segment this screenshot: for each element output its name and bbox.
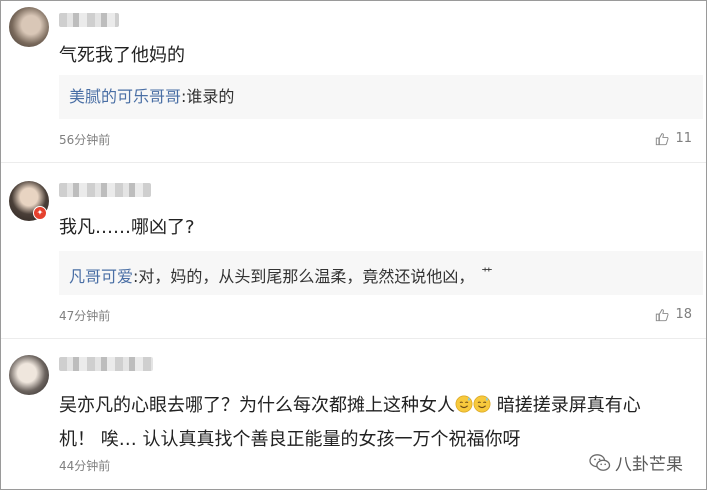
comment-text: 气死我了他妈的 — [59, 45, 185, 66]
watermark-label: 八卦芒果 — [615, 455, 683, 475]
reply-box[interactable]: 美腻的可乐哥哥:谁录的 — [59, 75, 703, 119]
username-redacted[interactable] — [59, 13, 119, 27]
timestamp: 56分钟前 — [59, 133, 111, 147]
comment-list: 气死我了他妈的 美腻的可乐哥哥:谁录的 56分钟前 11 ✦ 我凡……哪凶了? … — [0, 0, 707, 490]
sweat-smile-icon — [473, 395, 491, 413]
comment-text-line1: 吴亦凡的心眼去哪了？为什么每次都摊上这种女人 — [59, 395, 455, 416]
like-count: 18 — [675, 307, 692, 322]
comment-item: 气死我了他妈的 美腻的可乐哥哥:谁录的 56分钟前 11 — [1, 1, 706, 163]
comment-text-line2: 机！ 唉… 认认真真找个善良正能量的女孩一万个祝福你呀 — [59, 429, 521, 450]
wechat-icon — [589, 453, 611, 471]
username-redacted[interactable] — [59, 357, 153, 371]
like-count: 11 — [675, 131, 692, 146]
thumbs-up-icon — [656, 308, 669, 321]
thumbs-up-icon — [656, 132, 669, 145]
comment-text: 吴亦凡的心眼去哪了？为什么每次都摊上这种女人 暗搓搓录屏真有心 机！ 唉… 认认… — [59, 389, 698, 457]
reply-text: :谁录的 — [181, 87, 235, 106]
comment-text-line1-after: 暗搓搓录屏真有心 — [496, 395, 641, 416]
reply-username[interactable]: 凡哥可爱 — [69, 267, 133, 286]
timestamp: 47分钟前 — [59, 309, 111, 323]
comment-item: ✦ 我凡……哪凶了? 凡哥可爱:对，妈的，从头到尾那么温柔，竟然还说他凶， 艹 … — [1, 163, 706, 339]
reply-trailing-glyph: 艹 — [481, 266, 493, 279]
timestamp: 44分钟前 — [59, 459, 111, 473]
reply-text: :对，妈的，从头到尾那么温柔，竟然还说他凶， — [133, 267, 475, 286]
avatar[interactable] — [9, 355, 49, 395]
reply-username[interactable]: 美腻的可乐哥哥 — [69, 87, 181, 106]
like-button[interactable]: 18 — [655, 307, 692, 322]
like-button[interactable]: 11 — [655, 131, 692, 146]
watermark: 八卦芒果 — [589, 450, 683, 475]
username-redacted[interactable] — [59, 183, 151, 197]
sweat-smile-icon — [455, 395, 473, 413]
avatar[interactable] — [9, 7, 49, 47]
verified-badge-icon: ✦ — [33, 206, 47, 220]
comment-text: 我凡……哪凶了? — [59, 217, 195, 238]
reply-box[interactable]: 凡哥可爱:对，妈的，从头到尾那么温柔，竟然还说他凶， 艹 — [59, 251, 703, 295]
